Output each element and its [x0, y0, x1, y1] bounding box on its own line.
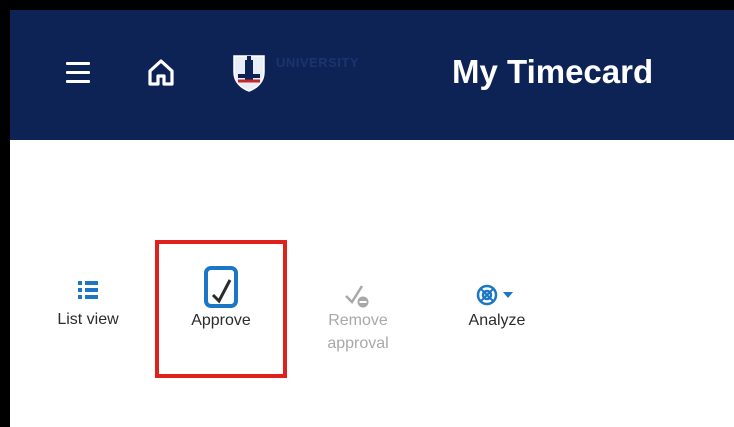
app-header: UNIVERSITY My Timecard — [10, 10, 734, 140]
remove-approval-label-line1: Remove — [328, 312, 388, 329]
chevron-down-icon — [503, 292, 513, 298]
remove-approval-button[interactable]: Remove approval — [318, 283, 398, 355]
remove-approval-label-line2: approval — [327, 335, 389, 352]
analyze-icon — [454, 283, 540, 309]
university-crest-logo — [230, 52, 268, 92]
list-view-button[interactable]: List view — [38, 278, 138, 331]
remove-approval-icon — [318, 283, 398, 309]
list-view-label: List view — [57, 311, 119, 328]
logo-wordmark: UNIVERSITY — [276, 55, 360, 70]
screenshot-frame: UNIVERSITY My Timecard List view Approve… — [0, 0, 734, 427]
analyze-button[interactable]: Analyze — [454, 283, 540, 332]
timecard-page: UNIVERSITY My Timecard List view Approve… — [10, 10, 734, 427]
home-icon[interactable] — [145, 56, 177, 88]
approve-highlight-box — [155, 240, 287, 378]
university-logo[interactable]: UNIVERSITY — [230, 50, 410, 94]
page-title: My Timecard — [452, 53, 654, 90]
hamburger-menu-icon[interactable] — [66, 62, 90, 84]
list-view-icon — [38, 278, 138, 308]
analyze-label: Analyze — [468, 312, 526, 329]
